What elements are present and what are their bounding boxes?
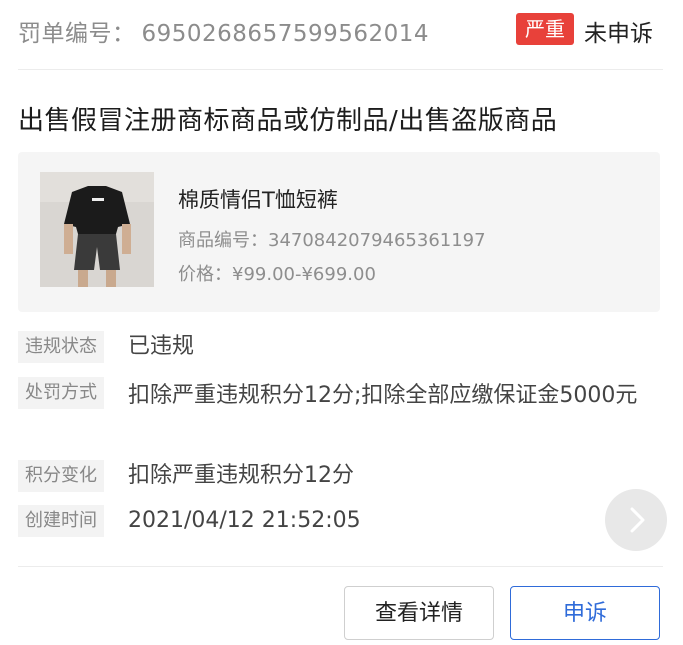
chevron-right-glyph — [630, 507, 645, 533]
product-image-art — [40, 172, 154, 287]
detail-label: 处罚方式 — [18, 377, 104, 409]
detail-label: 违规状态 — [18, 331, 104, 363]
violation-title: 出售假冒注册商标商品或仿制品/出售盗版商品 — [18, 106, 558, 136]
penalty-number-label: 罚单编号： — [18, 21, 136, 47]
chevron-right-icon[interactable] — [605, 489, 667, 551]
product-image[interactable] — [40, 172, 154, 287]
product-id: 商品编号：3470842079465361197 — [178, 230, 486, 251]
appeal-button[interactable]: 申诉 — [510, 586, 660, 640]
detail-label: 创建时间 — [18, 505, 104, 537]
detail-value: 2021/04/12 21:52:05 — [128, 508, 361, 533]
detail-value: 扣除严重违规积分12分;扣除全部应缴保证金5000元 — [128, 383, 638, 408]
penalty-header: 罚单编号： 6950268657599562014 严重 未申诉 — [0, 0, 683, 62]
detail-label: 积分变化 — [18, 460, 104, 492]
penalty-number-row: 罚单编号： 6950268657599562014 — [18, 14, 429, 48]
divider — [18, 566, 663, 567]
penalty-number: 6950268657599562014 — [141, 21, 430, 47]
divider — [18, 69, 663, 70]
detail-value: 扣除严重违规积分12分 — [128, 463, 354, 488]
detail-value: 已违规 — [128, 334, 195, 359]
product-card[interactable]: 棉质情侣T恤短裤 商品编号：3470842079465361197 价格：¥99… — [18, 152, 660, 312]
severity-badge: 严重 — [516, 13, 574, 45]
view-details-button[interactable]: 查看详情 — [344, 586, 494, 640]
product-name: 棉质情侣T恤短裤 — [178, 188, 338, 212]
product-price: 价格：¥99.00-¥699.00 — [178, 264, 376, 285]
appeal-status: 未申诉 — [584, 21, 653, 47]
